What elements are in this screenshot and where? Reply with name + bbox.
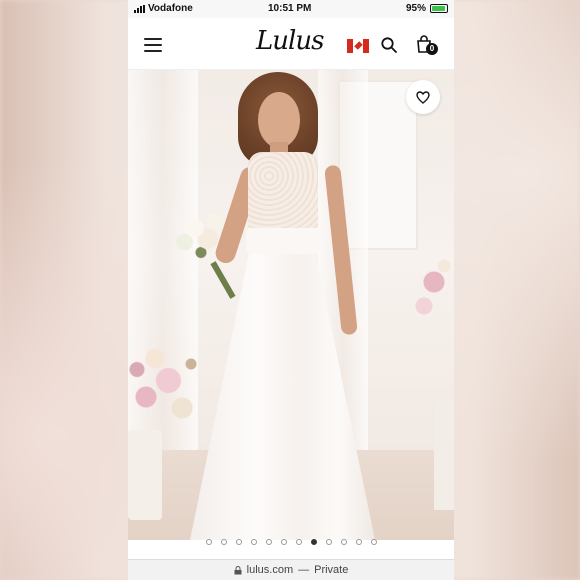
status-right: 95% <box>406 3 448 14</box>
canada-flag-icon[interactable] <box>347 39 369 53</box>
browsing-mode: Private <box>314 564 349 576</box>
browser-url-bar[interactable]: lulus.com — Private <box>128 559 454 580</box>
site-logo[interactable]: Lulus <box>256 26 324 56</box>
search-icon[interactable] <box>381 37 397 53</box>
gallery-dot[interactable] <box>325 539 332 545</box>
gallery-dot[interactable] <box>340 539 347 545</box>
gallery-dot[interactable] <box>205 539 212 545</box>
heart-icon <box>416 91 430 104</box>
dress-waistband <box>246 228 320 254</box>
pedestal-right <box>434 400 454 510</box>
status-time: 10:51 PM <box>268 3 312 14</box>
gallery-dot[interactable] <box>295 539 302 545</box>
url-text: lulus.com <box>246 564 294 576</box>
gallery-dot[interactable] <box>310 539 317 545</box>
gallery-pagination <box>128 536 454 548</box>
flower-arrangement-right <box>404 250 454 330</box>
battery-percent: 95% <box>405 3 426 14</box>
gallery-dot[interactable] <box>370 539 377 545</box>
phone-screen: Vodafone 10:51 PM 95% Lulus 0 lulus.com … <box>128 0 454 580</box>
url-separator: — <box>298 564 310 576</box>
product-image[interactable] <box>128 70 454 540</box>
favorite-button[interactable] <box>406 80 440 114</box>
gallery-dot[interactable] <box>265 539 272 545</box>
carrier-label: Vodafone <box>148 3 193 14</box>
status-bar: Vodafone 10:51 PM 95% <box>128 0 454 18</box>
bridal-bouquet <box>168 200 234 270</box>
model-face <box>258 92 300 148</box>
gallery-dot[interactable] <box>250 539 257 545</box>
cart-count-badge: 0 <box>426 43 438 55</box>
cart-button[interactable]: 0 <box>416 35 440 57</box>
dress-lace-bodice <box>248 152 318 232</box>
status-left: Vodafone <box>134 3 193 14</box>
model-figure <box>128 70 375 540</box>
gallery-dot[interactable] <box>235 539 242 545</box>
gallery-dot[interactable] <box>280 539 287 545</box>
site-header: Lulus 0 <box>128 18 454 70</box>
battery-icon <box>430 4 448 13</box>
lock-icon <box>234 565 242 574</box>
gallery-dot[interactable] <box>355 539 362 545</box>
signal-icon <box>134 4 145 13</box>
hamburger-menu-icon[interactable] <box>144 38 162 52</box>
gallery-dot[interactable] <box>220 539 227 545</box>
